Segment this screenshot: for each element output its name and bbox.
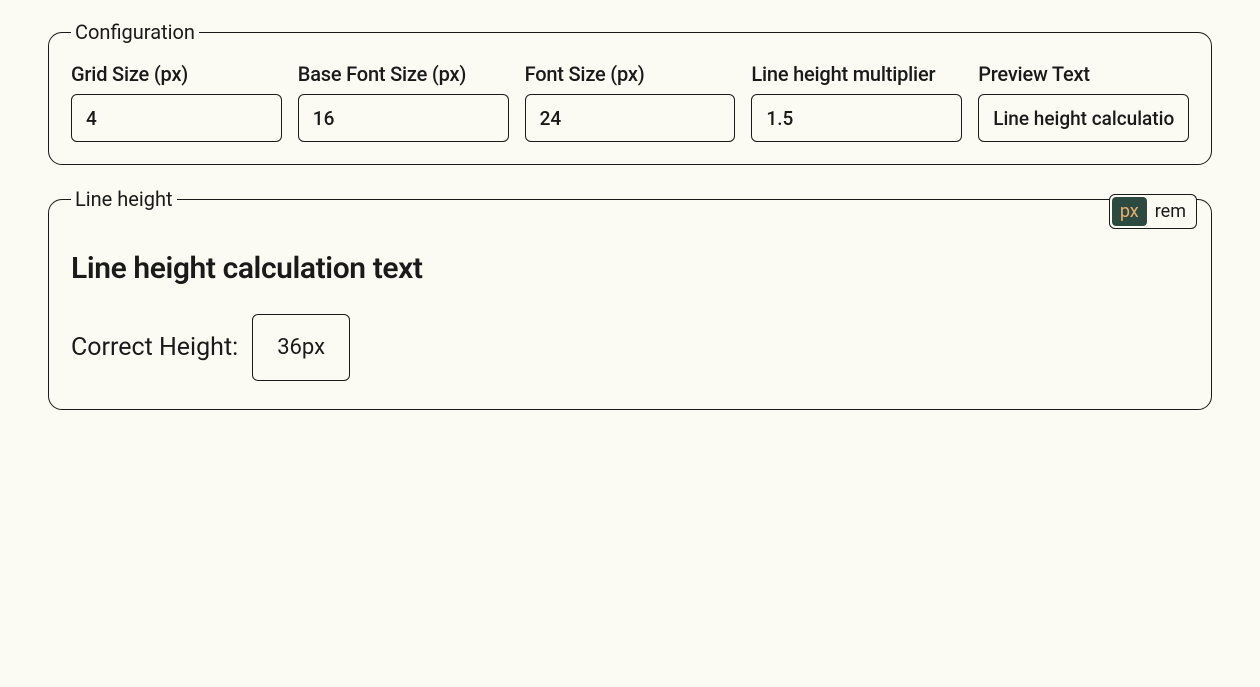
font-size-field: Font Size (px) bbox=[525, 62, 736, 142]
preview-text-field: Preview Text bbox=[978, 62, 1189, 142]
configuration-legend: Configuration bbox=[71, 20, 199, 44]
preview-text-label: Preview Text bbox=[978, 62, 1189, 86]
result-value: 36px bbox=[252, 314, 350, 381]
grid-size-input[interactable] bbox=[71, 94, 282, 142]
base-font-size-input[interactable] bbox=[298, 94, 509, 142]
grid-size-label: Grid Size (px) bbox=[71, 62, 282, 86]
line-height-legend: Line height bbox=[71, 187, 177, 211]
grid-size-field: Grid Size (px) bbox=[71, 62, 282, 142]
line-height-multiplier-label: Line height multiplier bbox=[751, 62, 962, 86]
preview-text-input[interactable] bbox=[978, 94, 1189, 142]
preview-display-text: Line height calculation text bbox=[71, 251, 1189, 286]
result-row: Correct Height: 36px bbox=[71, 314, 1189, 381]
result-label: Correct Height: bbox=[71, 333, 238, 362]
config-row: Grid Size (px) Base Font Size (px) Font … bbox=[71, 62, 1189, 142]
unit-px-button[interactable]: px bbox=[1112, 197, 1147, 226]
unit-rem-button[interactable]: rem bbox=[1147, 197, 1194, 226]
font-size-label: Font Size (px) bbox=[525, 62, 736, 86]
configuration-fieldset: Configuration Grid Size (px) Base Font S… bbox=[48, 20, 1212, 165]
base-font-size-label: Base Font Size (px) bbox=[298, 62, 509, 86]
base-font-size-field: Base Font Size (px) bbox=[298, 62, 509, 142]
line-height-fieldset: Line height px rem Line height calculati… bbox=[48, 187, 1212, 410]
font-size-input[interactable] bbox=[525, 94, 736, 142]
unit-toggle: px rem bbox=[1109, 194, 1197, 229]
line-height-multiplier-field: Line height multiplier bbox=[751, 62, 962, 142]
line-height-multiplier-input[interactable] bbox=[751, 94, 962, 142]
